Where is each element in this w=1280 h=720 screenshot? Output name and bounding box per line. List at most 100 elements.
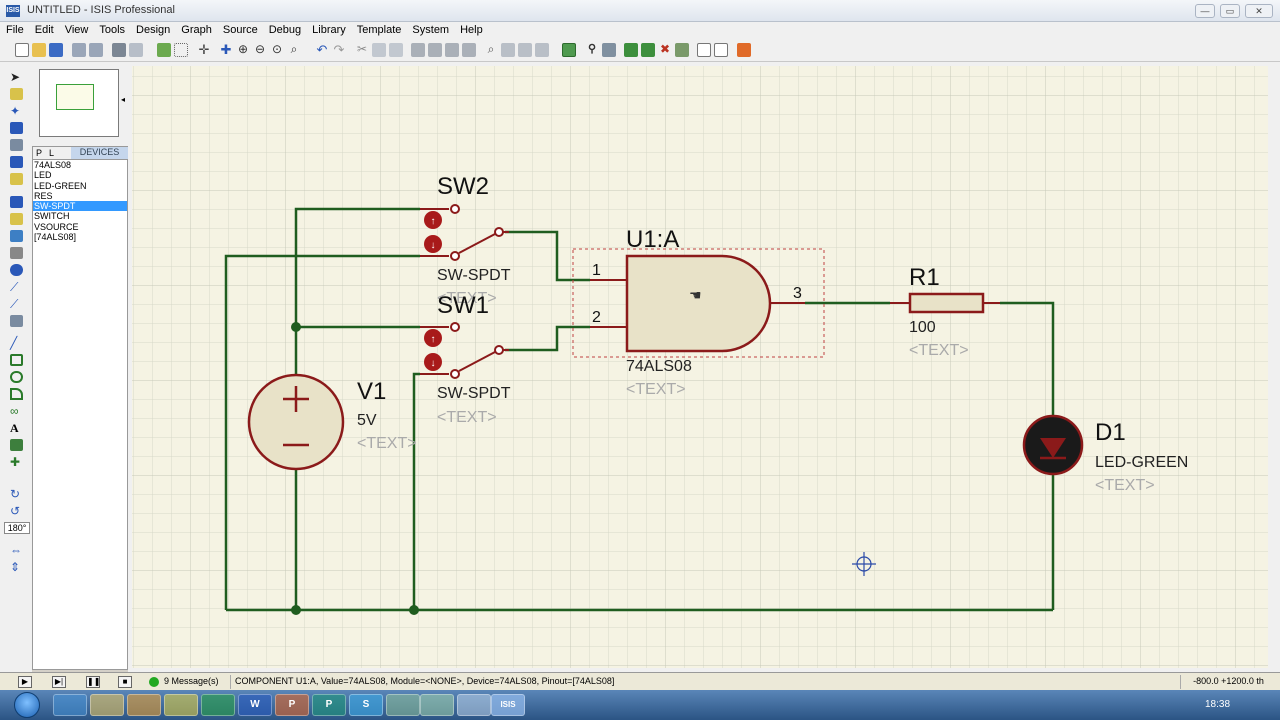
new-sheet-icon[interactable] xyxy=(624,43,638,57)
u1-ref-label[interactable]: U1:A xyxy=(626,226,679,253)
buses-icon[interactable] xyxy=(10,156,23,168)
r1-ref-label[interactable]: R1 xyxy=(909,264,940,291)
schematic-canvas[interactable]: ↑ ↓ SW2 SW-SPDT <TEXT> ↑ ↓ SW1 SW-SPDT <… xyxy=(132,66,1268,668)
v1-text-label[interactable]: <TEXT> xyxy=(357,435,417,452)
menu-edit[interactable]: Edit xyxy=(29,22,59,36)
v1-value-label[interactable]: 5V xyxy=(357,412,377,429)
message-indicator[interactable]: 9 Message(s) xyxy=(145,675,223,689)
zoom-all-icon[interactable]: ⊙ xyxy=(270,43,284,57)
and-gate-body[interactable] xyxy=(625,254,772,353)
play-button[interactable]: ▶ xyxy=(18,676,32,688)
resistor-body[interactable] xyxy=(908,292,985,314)
taskbar-media-icon[interactable] xyxy=(127,694,161,716)
decompose-icon[interactable] xyxy=(535,43,549,57)
taskbar-powerpoint-icon[interactable]: P xyxy=(275,694,309,716)
editing-window[interactable]: ↑ ↓ SW2 SW-SPDT <TEXT> ↑ ↓ SW1 SW-SPDT <… xyxy=(128,62,1280,672)
u1-text-label[interactable]: <TEXT> xyxy=(626,381,686,398)
undo-icon[interactable]: ↶ xyxy=(315,43,329,57)
menu-debug[interactable]: Debug xyxy=(263,22,306,36)
exit-to-parent-icon[interactable]: ✖ xyxy=(658,43,672,57)
v1-ref-label[interactable]: V1 xyxy=(357,378,386,405)
circle-icon[interactable] xyxy=(10,371,23,383)
rotate-clockwise-icon[interactable]: ↻ xyxy=(10,488,23,500)
path-icon[interactable]: ∞ xyxy=(10,405,23,417)
taskbar-publisher-icon[interactable]: P xyxy=(312,694,346,716)
menu-help[interactable]: Help xyxy=(454,22,488,36)
cut-icon[interactable]: ✂ xyxy=(355,43,369,57)
pause-button[interactable]: ❚❚ xyxy=(86,676,100,688)
device-pins-icon[interactable] xyxy=(10,213,23,225)
print-icon[interactable] xyxy=(112,43,126,57)
property-assign-icon[interactable] xyxy=(602,43,616,57)
block-copy-icon[interactable] xyxy=(411,43,425,57)
mirror-x-icon[interactable]: ⇔ xyxy=(10,544,23,556)
junction-dot[interactable] xyxy=(291,605,301,615)
taskbar-app3-icon[interactable] xyxy=(420,694,454,716)
paste-icon[interactable] xyxy=(389,43,403,57)
packaging-tool-icon[interactable] xyxy=(518,43,532,57)
zoom-out-icon[interactable]: ⊖ xyxy=(253,43,267,57)
sw1-text-label[interactable]: <TEXT> xyxy=(437,409,497,426)
block-delete-icon[interactable] xyxy=(462,43,476,57)
minimize-button[interactable]: — xyxy=(1195,4,1215,18)
save-icon[interactable] xyxy=(49,43,63,57)
pan-icon[interactable]: ✚ xyxy=(219,43,233,57)
grid-toggle-icon[interactable] xyxy=(174,43,188,57)
arc-icon[interactable] xyxy=(10,388,23,400)
taskbar-ie-icon[interactable] xyxy=(53,694,87,716)
junction-dot-icon[interactable]: ✦ xyxy=(10,105,23,117)
sw1-ref-label[interactable]: SW1 xyxy=(437,292,489,319)
taskbar-excel-icon[interactable] xyxy=(201,694,235,716)
netlist-icon[interactable] xyxy=(675,43,689,57)
library-manager-button[interactable]: L xyxy=(49,148,54,158)
junction-dot[interactable] xyxy=(409,605,419,615)
selection-mode-icon[interactable]: ➤ xyxy=(10,71,23,83)
subcircuit-icon[interactable] xyxy=(10,173,23,185)
device-item-switch[interactable]: SWITCH xyxy=(33,211,127,221)
device-item-74als08[interactable]: 74ALS08 xyxy=(33,160,127,170)
export-icon[interactable] xyxy=(89,43,103,57)
rotation-angle-field[interactable]: 180° xyxy=(4,522,30,534)
mirror-y-icon[interactable]: ⇕ xyxy=(10,561,23,573)
menu-template[interactable]: Template xyxy=(351,22,407,36)
zoom-area-icon[interactable]: ⌕ xyxy=(287,43,301,57)
netlist-to-ares-icon[interactable] xyxy=(737,43,751,57)
origin-icon[interactable]: ✛ xyxy=(197,43,211,57)
refresh-icon[interactable] xyxy=(157,43,171,57)
wire-autorouter-icon[interactable] xyxy=(562,43,576,57)
pick-device-icon[interactable]: ⌕ xyxy=(484,43,498,57)
d1-text-label[interactable]: <TEXT> xyxy=(1095,477,1155,494)
step-button[interactable]: ▶| xyxy=(52,676,66,688)
taskbar-explorer-icon[interactable] xyxy=(90,694,124,716)
device-item-74als08-pinout[interactable]: [74ALS08] xyxy=(33,232,127,242)
block-rotate-icon[interactable] xyxy=(445,43,459,57)
taskbar-app-icon[interactable] xyxy=(164,694,198,716)
rotate-anticlockwise-icon[interactable]: ↺ xyxy=(10,505,23,517)
generator-icon[interactable] xyxy=(10,264,23,276)
sw2-ref-label[interactable]: SW2 xyxy=(437,173,489,200)
r1-text-label[interactable]: <TEXT> xyxy=(909,342,969,359)
taskbar-app4-icon[interactable] xyxy=(457,694,491,716)
graph-mode-icon[interactable] xyxy=(10,230,23,242)
component-mode-icon[interactable] xyxy=(10,88,23,100)
virtual-instruments-icon[interactable] xyxy=(10,315,23,327)
remove-sheet-icon[interactable] xyxy=(641,43,655,57)
taskbar-app2-icon[interactable] xyxy=(386,694,420,716)
terminals-icon[interactable] xyxy=(10,196,23,208)
u1-part-label[interactable]: 74ALS08 xyxy=(626,358,692,375)
wire-label-icon[interactable] xyxy=(10,122,23,134)
menu-system[interactable]: System xyxy=(406,22,454,36)
zoom-in-icon[interactable]: ⊕ xyxy=(236,43,250,57)
device-item-sw-spdt[interactable]: SW-SPDT xyxy=(33,201,127,212)
device-item-led-green[interactable]: LED-GREEN xyxy=(33,181,127,191)
import-icon[interactable] xyxy=(72,43,86,57)
block-move-icon[interactable] xyxy=(428,43,442,57)
menu-library[interactable]: Library xyxy=(306,22,351,36)
overview-window[interactable] xyxy=(39,69,119,137)
menu-tools[interactable]: Tools xyxy=(93,22,130,36)
menu-view[interactable]: View xyxy=(59,22,94,36)
taskbar-isis-icon[interactable]: ISIS xyxy=(491,694,525,716)
open-folder-icon[interactable] xyxy=(32,43,46,57)
voltage-probe-icon[interactable]: ⟋ xyxy=(10,281,23,293)
r1-value-label[interactable]: 100 xyxy=(909,319,936,336)
